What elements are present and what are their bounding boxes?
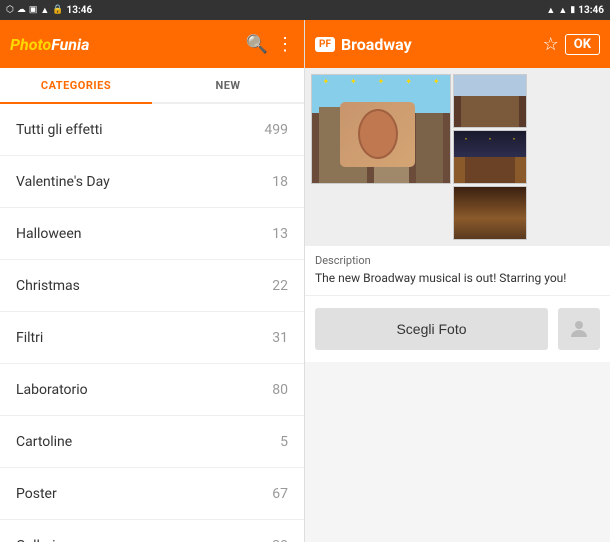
dropbox-icon: ⬡ xyxy=(6,5,14,15)
left-appbar: PhotoFunia 🔍 ⋮ xyxy=(0,20,304,68)
category-item[interactable]: Poster 67 xyxy=(0,468,304,520)
ok-button[interactable]: OK xyxy=(565,34,600,55)
search-icon[interactable]: 🔍 xyxy=(246,34,268,55)
more-icon[interactable]: ⋮ xyxy=(276,34,294,55)
right-panel: PF Broadway ☆ OK xyxy=(305,20,610,542)
photo-avatar-placeholder xyxy=(558,308,600,350)
category-item[interactable]: Filtri 31 xyxy=(0,312,304,364)
status-bar: ⬡ ☁ ▣ ▲ 🔒 13:46 ▲ ▲ ▮ 13:46 xyxy=(0,0,610,20)
photo-area: Scegli Foto xyxy=(305,296,610,362)
effect-title: Broadway xyxy=(341,35,537,54)
effect-images-col: • • • xyxy=(453,74,527,240)
right-appbar: PF Broadway ☆ OK xyxy=(305,20,610,68)
cloud-icon: ☁ xyxy=(17,5,26,15)
pf-logo: PF xyxy=(315,37,335,52)
tab-new[interactable]: NEW xyxy=(152,68,304,102)
wifi-icon: ▲ xyxy=(546,5,555,16)
description-text: The new Broadway musical is out! Starrin… xyxy=(315,270,600,287)
time-left: 13:46 xyxy=(67,5,93,16)
tabs-bar: CATEGORIES NEW xyxy=(0,68,304,104)
description-area: Description The new Broadway musical is … xyxy=(305,246,610,296)
battery-icon: ▮ xyxy=(570,5,575,15)
effect-image-main[interactable]: ✦ ✦ ✦ ✦ ✦ xyxy=(311,74,451,184)
category-list: Tutti gli effetti 499 Valentine's Day 18… xyxy=(0,104,304,542)
scegli-foto-button[interactable]: Scegli Foto xyxy=(315,308,548,350)
category-item[interactable]: Valentine's Day 18 xyxy=(0,156,304,208)
category-item[interactable]: Gallerie 28 xyxy=(0,520,304,542)
signal-icon: ▲ xyxy=(40,5,49,16)
effect-image-bottom-right[interactable] xyxy=(453,186,527,240)
status-bar-right: ▲ ▲ ▮ 13:46 xyxy=(305,0,610,20)
left-panel: PhotoFunia 🔍 ⋮ CATEGORIES NEW Tutti gli … xyxy=(0,20,305,542)
category-item[interactable]: Cartoline 5 xyxy=(0,416,304,468)
effect-image-top-right[interactable] xyxy=(453,74,527,128)
lock-icon: 🔒 xyxy=(52,5,63,15)
time-right: 13:46 xyxy=(578,5,604,16)
category-item[interactable]: Halloween 13 xyxy=(0,208,304,260)
tab-categories[interactable]: CATEGORIES xyxy=(0,68,152,104)
category-item[interactable]: Tutti gli effetti 499 xyxy=(0,104,304,156)
app-logo: PhotoFunia xyxy=(10,35,89,54)
description-label: Description xyxy=(315,254,600,267)
effect-image-middle-right[interactable]: • • • xyxy=(453,130,527,184)
star-icon[interactable]: ☆ xyxy=(543,34,559,55)
photo-icon: ▣ xyxy=(29,5,38,15)
effect-images: ✦ ✦ ✦ ✦ ✦ xyxy=(305,68,610,246)
signal-right-icon: ▲ xyxy=(558,5,567,16)
main-content: PhotoFunia 🔍 ⋮ CATEGORIES NEW Tutti gli … xyxy=(0,20,610,542)
category-item[interactable]: Christmas 22 xyxy=(0,260,304,312)
category-item[interactable]: Laboratorio 80 xyxy=(0,364,304,416)
status-bar-left: ⬡ ☁ ▣ ▲ 🔒 13:46 xyxy=(0,0,305,20)
